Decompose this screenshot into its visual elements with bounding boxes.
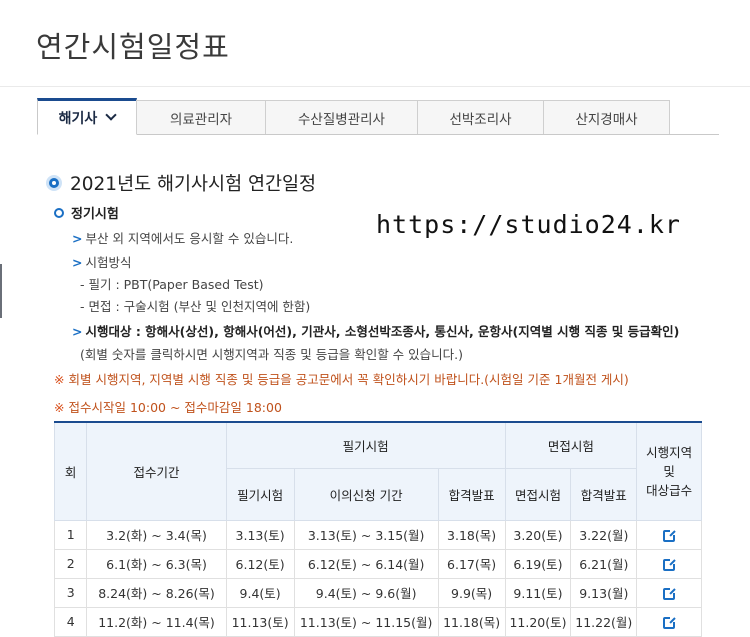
interview-date-cell: 11.20(토) bbox=[504, 606, 572, 637]
section-heading: 2021년도 해기사시험 연간일정 bbox=[46, 170, 316, 196]
tab-label: 산지경매사 bbox=[575, 111, 638, 128]
section-title: 2021년도 해기사시험 연간일정 bbox=[70, 174, 317, 195]
title-divider bbox=[0, 86, 750, 87]
notice-line: ※ 회별 시행지역, 지역별 시행 직종 및 등급을 공고문에서 꼭 확인하시기 … bbox=[54, 372, 629, 387]
info-line: > 부산 외 지역에서도 응시할 수 있습니다. bbox=[72, 231, 294, 246]
interview-result-cell: 6.21(월) bbox=[570, 548, 638, 579]
objection-cell: 11.13(토) ~ 11.15(월) bbox=[293, 606, 439, 637]
exam-tabs: 해기사 의료관리자 수산질병관리사 선박조리사 산지경매사 bbox=[37, 98, 719, 135]
period-cell: 6.1(화) ~ 6.3(목) bbox=[86, 548, 227, 579]
info-line: > 시험방식 bbox=[72, 255, 132, 270]
region-link-cell bbox=[636, 548, 702, 579]
header-interview-date: 면접시험 bbox=[504, 467, 572, 521]
sub-title: 정기시험 bbox=[71, 207, 119, 222]
written-result-cell: 6.17(목) bbox=[437, 548, 506, 579]
schedule-table: 회 접수기간 필기시험 면접시험 시행지역 및 대상급수 필기시험 이의신청 기… bbox=[53, 421, 702, 637]
header-period: 접수기간 bbox=[86, 421, 227, 521]
info-line: - 필기 : PBT(Paper Based Test) bbox=[80, 277, 264, 292]
tab-label: 해기사 bbox=[58, 110, 98, 127]
table-row: 2 6.1(화) ~ 6.3(목) 6.12(토) 6.12(토) ~ 6.14… bbox=[53, 548, 702, 579]
objection-cell: 9.4(토) ~ 9.6(월) bbox=[293, 577, 439, 608]
round-number[interactable]: 4 bbox=[53, 606, 88, 637]
external-link-icon[interactable] bbox=[663, 615, 677, 629]
watermark-url: https://studio24.kr bbox=[376, 210, 681, 239]
header-round: 회 bbox=[53, 421, 88, 521]
round-number[interactable]: 2 bbox=[53, 548, 88, 579]
table-row: 4 11.2(화) ~ 11.4(목) 11.13(토) 11.13(토) ~ … bbox=[53, 606, 702, 637]
region-link-cell bbox=[636, 577, 702, 608]
tab-fish-disease-manager[interactable]: 수산질병관리사 bbox=[265, 100, 418, 134]
header-region: 시행지역 및 대상급수 bbox=[636, 421, 702, 521]
objection-cell: 3.13(토) ~ 3.15(월) bbox=[293, 519, 439, 550]
tab-label: 의료관리자 bbox=[169, 111, 233, 128]
header-interview: 면접시험 bbox=[504, 421, 638, 469]
chevron-right-icon: > bbox=[72, 324, 83, 339]
header-objection: 이의신청 기간 bbox=[293, 467, 439, 521]
round-number[interactable]: 1 bbox=[53, 519, 88, 550]
tab-medical-manager[interactable]: 의료관리자 bbox=[136, 100, 266, 134]
interview-date-cell: 3.20(토) bbox=[504, 519, 572, 550]
interview-result-cell: 11.22(월) bbox=[570, 606, 638, 637]
target-line: > 시행대상 : 항해사(상선), 항해사(어선), 기관사, 소형선박조종사, … bbox=[72, 324, 680, 339]
tab-label: 선박조리사 bbox=[449, 111, 512, 128]
objection-cell: 6.12(토) ~ 6.14(월) bbox=[293, 548, 439, 579]
round-number[interactable]: 3 bbox=[53, 577, 88, 608]
tab-ship-cook[interactable]: 선박조리사 bbox=[417, 100, 544, 134]
chevron-right-icon: > bbox=[72, 231, 83, 246]
notice-mark: ※ bbox=[54, 372, 65, 387]
external-link-icon[interactable] bbox=[663, 528, 677, 542]
period-cell: 3.2(화) ~ 3.4(목) bbox=[86, 519, 227, 550]
header-written-date: 필기시험 bbox=[225, 467, 295, 521]
interview-date-cell: 9.11(토) bbox=[504, 577, 572, 608]
region-link-cell bbox=[636, 606, 702, 637]
written-date-cell: 3.13(토) bbox=[225, 519, 295, 550]
period-cell: 8.24(화) ~ 8.26(목) bbox=[86, 577, 227, 608]
header-written: 필기시험 bbox=[225, 421, 506, 469]
chevron-down-icon bbox=[105, 109, 117, 121]
written-result-cell: 9.9(목) bbox=[437, 577, 506, 608]
ring-bullet-icon bbox=[54, 207, 64, 218]
tab-label: 수산질병관리사 bbox=[298, 111, 385, 128]
written-date-cell: 9.4(토) bbox=[225, 577, 295, 608]
table-row: 1 3.2(화) ~ 3.4(목) 3.13(토) 3.13(토) ~ 3.15… bbox=[53, 519, 702, 550]
interview-result-cell: 3.22(월) bbox=[570, 519, 638, 550]
written-result-cell: 3.18(목) bbox=[437, 519, 506, 550]
region-link-cell bbox=[636, 519, 702, 550]
interview-date-cell: 6.19(토) bbox=[504, 548, 572, 579]
left-edge-marker bbox=[0, 264, 2, 318]
header-written-result: 합격발표 bbox=[437, 467, 506, 521]
notice-mark: ※ bbox=[54, 400, 65, 415]
info-line: - 면접 : 구술시험 (부산 및 인천지역에 한함) bbox=[80, 299, 311, 314]
external-link-icon[interactable] bbox=[663, 586, 677, 600]
info-line: (회별 숫자를 클릭하시면 시행지역과 직종 및 등급을 확인할 수 있습니다.… bbox=[80, 347, 463, 362]
written-result-cell: 11.18(목) bbox=[437, 606, 506, 637]
period-cell: 11.2(화) ~ 11.4(목) bbox=[86, 606, 227, 637]
page-title: 연간시험일정표 bbox=[36, 30, 230, 64]
tab-auctioneer[interactable]: 산지경매사 bbox=[543, 100, 670, 134]
external-link-icon[interactable] bbox=[663, 557, 677, 571]
header-interview-result: 합격발표 bbox=[570, 467, 638, 521]
tab-mariner[interactable]: 해기사 bbox=[37, 98, 137, 135]
written-date-cell: 6.12(토) bbox=[225, 548, 295, 579]
circle-bullet-icon bbox=[46, 175, 62, 191]
written-date-cell: 11.13(토) bbox=[225, 606, 295, 637]
chevron-right-icon: > bbox=[72, 255, 83, 270]
sub-heading: 정기시험 bbox=[54, 203, 119, 222]
interview-result-cell: 9.13(월) bbox=[570, 577, 638, 608]
table-row: 3 8.24(화) ~ 8.26(목) 9.4(토) 9.4(토) ~ 9.6(… bbox=[53, 577, 702, 608]
notice-line: ※ 접수시작일 10:00 ~ 접수마감일 18:00 bbox=[54, 400, 282, 415]
